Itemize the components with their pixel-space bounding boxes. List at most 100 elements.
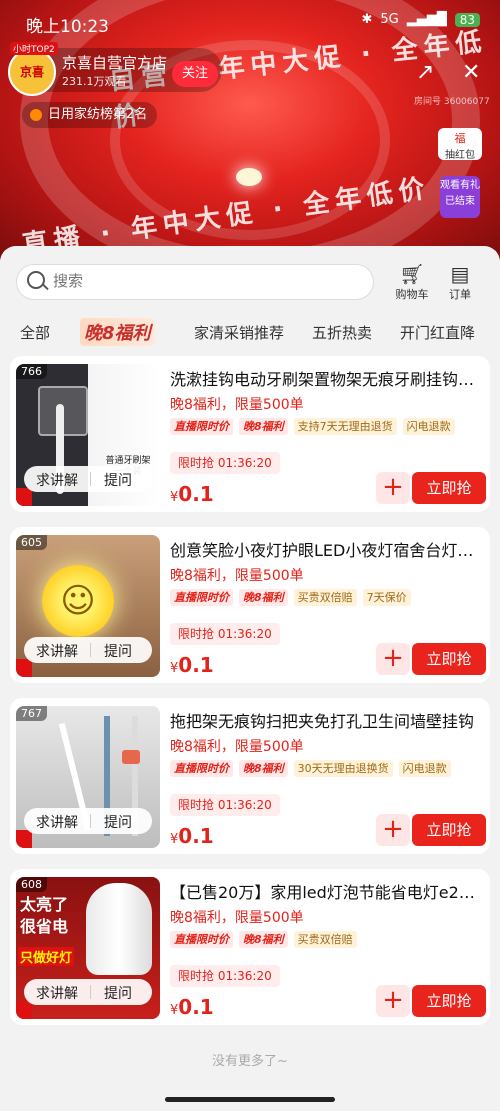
thumb-slogan: 只做好灯 (18, 947, 75, 966)
home-indicator[interactable] (165, 1097, 335, 1102)
reward-title: 观看有礼 (440, 180, 480, 191)
tab-all[interactable]: 全部 (20, 322, 50, 343)
price-value: 0.1 (178, 653, 214, 677)
add-to-cart-button[interactable]: + (376, 643, 410, 675)
add-to-cart-button[interactable]: + (376, 472, 410, 504)
clip-image (122, 750, 140, 764)
buy-now-button[interactable]: 立即抢 (412, 472, 486, 504)
buy-now-button[interactable]: 立即抢 (412, 814, 486, 846)
bluetooth-icon: ✱ (361, 12, 373, 27)
end-of-list: 没有更多了~ (212, 1054, 288, 1069)
product-title[interactable]: 拖把架无痕钩扫把夹免打孔卫生间墙壁挂钩 (170, 708, 480, 732)
product-number: 605 (16, 535, 47, 550)
ask-question-button[interactable]: 提问 (104, 812, 132, 832)
tag-service: 30天无理由退换货 (293, 760, 393, 777)
product-tags: 直播限时价 晚8福利 买贵双倍赔 (170, 931, 357, 949)
rank-badge[interactable]: 日用家纺榜第2名 (22, 102, 158, 128)
tag-service: 闪电退款 (402, 418, 455, 435)
product-thumbnail[interactable]: 太亮了 很省电 只做好灯 608 求讲解 提问 (16, 877, 160, 1019)
close-icon[interactable]: ✕ (462, 60, 480, 85)
orders-label: 订单 (449, 288, 471, 301)
request-explain-button[interactable]: 求讲解 (36, 641, 78, 661)
rank-icon (30, 109, 42, 121)
product-number: 766 (16, 364, 47, 379)
divider (90, 814, 91, 828)
product-card[interactable]: 普通牙刷架 一个装 766 求讲解 提问 洗漱挂钩电动牙刷架置物架无痕牙刷挂钩壁… (10, 356, 490, 512)
red-packet-label: 抽红包 (445, 150, 475, 161)
tab-home-cleaning[interactable]: 家清采销推荐 (194, 322, 284, 343)
product-thumbnail[interactable]: 普通牙刷架 一个装 766 求讲解 提问 (16, 364, 160, 506)
product-panel: 🛒︎ 购物车 ▤ 订单 全部 晚8福利 家清采销推荐 五折热卖 开门红直降 普通… (0, 246, 500, 1111)
flash-sale-countdown: 限时抢 01:36:20 (170, 794, 280, 816)
tag-live-price: 直播限时价 (170, 931, 233, 948)
ask-question-button[interactable]: 提问 (104, 641, 132, 661)
live-badge (16, 830, 32, 848)
follow-button[interactable]: 关注 (172, 61, 218, 87)
live-badge (16, 1001, 32, 1019)
live-badge (16, 488, 32, 506)
flash-sale-countdown: 限时抢 01:36:20 (170, 623, 280, 645)
room-id: 房间号 36006077 (414, 97, 490, 107)
product-card[interactable]: 767 求讲解 提问 拖把架无痕钩扫把夹免打孔卫生间墙壁挂钩 晚8福利，限量50… (10, 698, 490, 854)
product-card[interactable]: ☺ 605 求讲解 提问 创意笑脸小夜灯护眼LED小夜灯宿舍台灯床头 晚8福利，… (10, 527, 490, 683)
share-icon[interactable]: ↗ (416, 60, 434, 85)
red-packet-widget[interactable]: 福 抽红包 (438, 128, 482, 161)
divider (90, 985, 91, 999)
store-name[interactable]: 京喜自营官方店 (62, 52, 167, 73)
thumb-slogan: 很省电 (20, 917, 69, 936)
request-explain-button[interactable]: 求讲解 (36, 812, 78, 832)
battery-icon: 83 (454, 12, 480, 27)
tag-welfare: 晚8福利 (239, 760, 288, 777)
reward-status: 已结束 (445, 196, 475, 207)
ask-question-button[interactable]: 提问 (104, 470, 132, 490)
product-title[interactable]: 【已售20万】家用led灯泡节能省电灯e27螺口 (170, 879, 480, 903)
buy-now-button[interactable]: 立即抢 (412, 985, 486, 1017)
tag-service: 闪电退款 (398, 760, 451, 777)
add-to-cart-button[interactable]: + (376, 985, 410, 1017)
product-price: ¥0.1 (170, 824, 214, 848)
buy-now-button[interactable]: 立即抢 (412, 643, 486, 675)
cart-button[interactable]: 🛒︎ 购物车 (390, 262, 434, 302)
price-value: 0.1 (178, 482, 214, 506)
tab-price-drop[interactable]: 开门红直降 (400, 322, 475, 343)
store-logo[interactable]: 京喜 (8, 48, 56, 96)
request-explain-button[interactable]: 求讲解 (36, 983, 78, 1003)
product-title[interactable]: 创意笑脸小夜灯护眼LED小夜灯宿舍台灯床头 (170, 537, 480, 561)
product-thumbnail[interactable]: 767 求讲解 提问 (16, 706, 160, 848)
flash-sale-countdown: 限时抢 01:36:20 (170, 965, 280, 987)
red-packet-icon: 福 (454, 132, 466, 145)
tag-service: 买贵双倍赔 (293, 931, 357, 948)
product-subtitle: 晚8福利，限量500单 (170, 568, 304, 584)
add-to-cart-button[interactable]: + (376, 814, 410, 846)
status-icons: ✱ 5G ▂▄▆█ 83 (361, 12, 480, 27)
flash-sale-countdown: 限时抢 01:36:20 (170, 452, 280, 474)
tag-live-price: 直播限时价 (170, 589, 233, 606)
product-subtitle: 晚8福利，限量500单 (170, 910, 304, 926)
search-input[interactable] (51, 271, 355, 291)
product-title[interactable]: 洗漱挂钩电动牙刷架置物架无痕牙刷挂钩壁挂式 (170, 366, 480, 390)
explain-ask-bar: 求讲解 提问 (24, 808, 152, 834)
orders-button[interactable]: ▤ 订单 (438, 262, 482, 302)
explain-ask-bar: 求讲解 提问 (24, 466, 152, 492)
bulb-image (86, 883, 152, 975)
price-value: 0.1 (178, 824, 214, 848)
product-price: ¥0.1 (170, 482, 214, 506)
live-badge (16, 659, 32, 677)
status-time: 晚上10:23 (26, 17, 109, 37)
request-explain-button[interactable]: 求讲解 (36, 470, 78, 490)
tab-half-price[interactable]: 五折热卖 (312, 322, 372, 343)
search-icon (27, 271, 45, 289)
thumb-slogan: 太亮了 (20, 895, 69, 914)
tag-service: 7天保价 (362, 589, 411, 606)
store-viewers: 231.1万观看 (62, 75, 127, 88)
tab-evening-welfare[interactable]: 晚8福利 (80, 318, 155, 346)
ask-question-button[interactable]: 提问 (104, 983, 132, 1003)
product-number: 767 (16, 706, 47, 721)
ceiling-lamp (236, 168, 262, 186)
product-card[interactable]: 太亮了 很省电 只做好灯 608 求讲解 提问 【已售20万】家用led灯泡节能… (10, 869, 490, 1025)
price-value: 0.1 (178, 995, 214, 1019)
signal-icon: ▂▄▆█ (406, 12, 447, 27)
reward-widget[interactable]: 观看有礼 已结束 (440, 176, 480, 218)
search-bar[interactable] (16, 264, 374, 300)
product-thumbnail[interactable]: ☺ 605 求讲解 提问 (16, 535, 160, 677)
